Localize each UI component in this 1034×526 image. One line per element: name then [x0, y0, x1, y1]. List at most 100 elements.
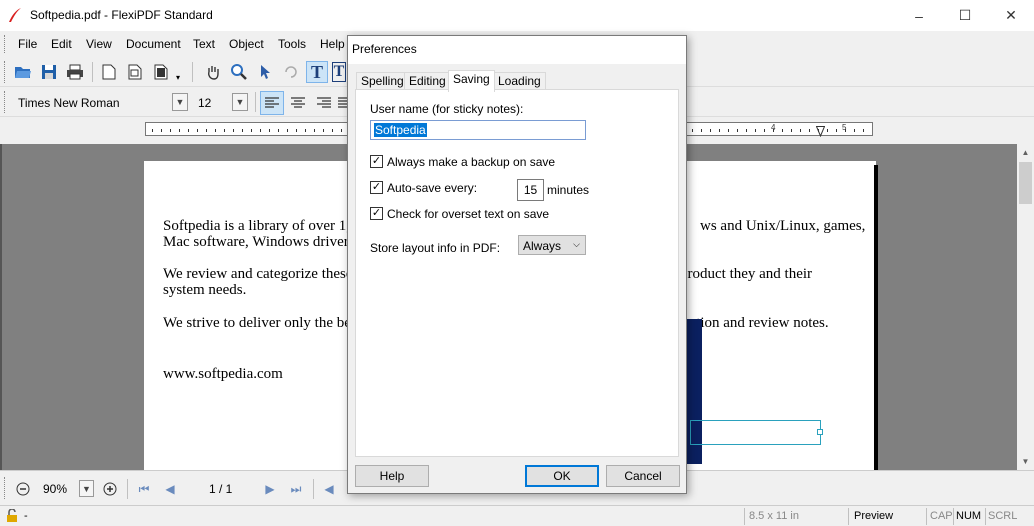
menu-file[interactable]: File — [18, 37, 37, 51]
text-frame-tool-button[interactable]: T — [332, 61, 346, 83]
ruler-tick — [764, 129, 765, 132]
scrollbar-thumb[interactable] — [1019, 162, 1032, 204]
ruler-tick — [233, 129, 234, 132]
font-family-select[interactable]: Times New Roman ▼ — [13, 92, 189, 112]
navbar-separator — [127, 479, 128, 499]
ruler-tick — [692, 129, 693, 132]
navbar-grip — [4, 477, 7, 499]
zoom-in-button[interactable] — [101, 480, 119, 498]
ruler-tick — [206, 129, 207, 132]
frame-resize-handle[interactable] — [817, 429, 823, 435]
hand-icon — [208, 66, 219, 80]
autosave-checkbox[interactable]: ✓ — [370, 181, 383, 194]
page-dropdown-button[interactable]: ▾ — [172, 61, 184, 83]
overset-checkbox[interactable]: ✓ — [370, 207, 383, 220]
username-input[interactable]: Softpedia — [370, 120, 586, 140]
text-tool-button[interactable]: T — [306, 61, 328, 83]
page-button[interactable] — [98, 61, 120, 83]
ruler-tick — [836, 129, 837, 132]
preferences-dialog: Preferences Spelling Editing Saving Load… — [347, 35, 687, 494]
doc-link[interactable]: www.softpedia.com — [163, 366, 283, 383]
page-frame-button[interactable] — [124, 61, 146, 83]
save-button[interactable] — [38, 61, 60, 83]
menu-tools[interactable]: Tools — [278, 37, 306, 51]
ruler-tick — [710, 129, 711, 132]
doc-line[interactable]: system needs. — [163, 282, 246, 299]
username-value: Softpedia — [374, 123, 427, 137]
text-frame-icon: T — [332, 62, 346, 82]
open-button[interactable] — [12, 61, 34, 83]
menubar-grip — [4, 35, 7, 53]
dialog-title-bar[interactable]: Preferences — [348, 36, 686, 64]
vertical-scrollbar[interactable]: ▲ ▼ — [1017, 144, 1034, 470]
hand-tool-button[interactable] — [202, 61, 224, 83]
doc-line[interactable]: We review and categorize these — [163, 266, 353, 283]
minimize-button[interactable]: – — [896, 0, 942, 31]
menu-document[interactable]: Document — [126, 37, 181, 51]
align-right-button[interactable] — [312, 91, 336, 115]
backup-checkbox[interactable]: ✓ — [370, 155, 383, 168]
scroll-up-icon[interactable]: ▲ — [1017, 144, 1034, 161]
ruler-tick — [179, 129, 180, 132]
doc-line-right[interactable]: uation and review notes. — [682, 315, 829, 332]
zoom-out-button[interactable] — [14, 480, 32, 498]
last-page-button[interactable]: ⏭ — [287, 480, 305, 498]
align-right-icon — [317, 97, 331, 108]
tab-saving[interactable]: Saving — [448, 70, 495, 92]
menu-view[interactable]: View — [86, 37, 112, 51]
menu-object[interactable]: Object — [229, 37, 264, 51]
ruler-tick — [782, 129, 783, 132]
doc-line[interactable]: Mac software, Windows drivers — [163, 234, 355, 251]
doc-line[interactable]: Softpedia is a library of over 1,0 — [163, 218, 358, 235]
doc-line-right[interactable]: product they and their — [680, 266, 812, 283]
align-left-button[interactable] — [260, 91, 284, 115]
next-page-button[interactable]: ▶ — [261, 480, 279, 498]
maximize-icon: ☐ — [958, 7, 972, 23]
close-button[interactable]: ✕ — [988, 0, 1034, 31]
menu-help[interactable]: Help — [320, 37, 345, 51]
layout-info-select[interactable]: Always ⌵ — [518, 235, 586, 255]
align-center-button[interactable] — [286, 91, 310, 115]
ruler-tick — [800, 129, 801, 132]
zoom-in-icon — [103, 482, 117, 496]
page-icon — [102, 64, 116, 80]
autosave-minutes-input[interactable]: 15 — [517, 179, 544, 201]
first-page-button[interactable]: ⏮ — [135, 480, 153, 498]
text-frame[interactable] — [690, 420, 821, 445]
history-back-button[interactable]: ◀ — [320, 480, 338, 498]
cancel-button[interactable]: Cancel — [606, 465, 680, 487]
previous-page-button[interactable]: ◀ — [161, 480, 179, 498]
doc-line-right[interactable]: ws and Unix/Linux, games, — [700, 218, 865, 235]
doc-line[interactable]: We strive to deliver only the bes — [163, 315, 357, 332]
status-separator — [985, 508, 986, 525]
ruler-tick — [854, 129, 855, 132]
ruler-tick — [224, 129, 225, 132]
rotate-tool-button[interactable] — [280, 61, 302, 83]
font-size-select[interactable]: 12 ▼ — [193, 92, 249, 112]
overset-label[interactable]: Check for overset text on save — [387, 207, 549, 221]
autosave-unit: minutes — [547, 183, 590, 197]
status-separator — [848, 508, 849, 525]
maximize-button[interactable]: ☐ — [942, 0, 988, 31]
ruler-tick — [746, 129, 747, 132]
help-button[interactable]: Help — [355, 465, 429, 487]
menu-edit[interactable]: Edit — [51, 37, 72, 51]
ok-button[interactable]: OK — [525, 465, 599, 487]
ruler-tick — [737, 129, 738, 132]
autosave-label[interactable]: Auto-save every: — [387, 181, 477, 195]
zoom-dropdown-button[interactable]: ▼ — [79, 480, 94, 497]
print-button[interactable] — [64, 61, 86, 83]
toolbar-separator — [192, 62, 193, 82]
checkmark-icon: ✓ — [371, 181, 382, 193]
zoom-tool-button[interactable] — [228, 61, 250, 83]
layout-info-value: Always — [523, 239, 562, 253]
ruler-tick — [287, 129, 288, 132]
backup-label[interactable]: Always make a backup on save — [387, 155, 555, 169]
status-separator — [953, 508, 954, 525]
scroll-down-icon[interactable]: ▼ — [1017, 453, 1034, 470]
ruler-tick — [170, 129, 171, 132]
font-family-value: Times New Roman — [18, 96, 120, 110]
select-tool-button[interactable] — [254, 61, 276, 83]
page-layout-button[interactable] — [150, 61, 172, 83]
menu-text[interactable]: Text — [193, 37, 215, 51]
